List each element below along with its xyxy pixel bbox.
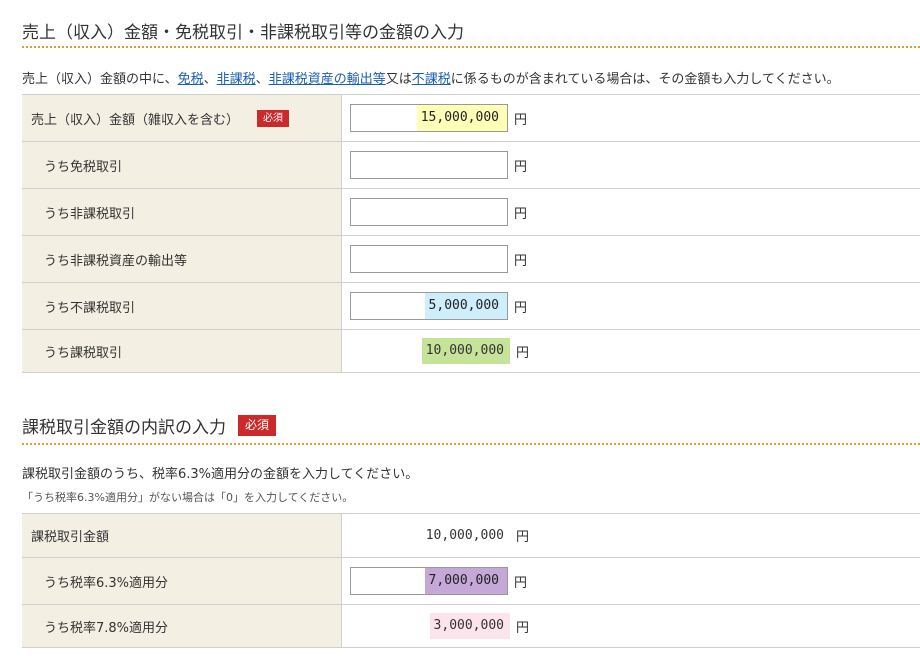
- row-label: うち税率6.3%適用分: [22, 558, 342, 604]
- required-badge: 必須: [257, 109, 290, 127]
- row-label: うち非課税取引: [22, 189, 342, 235]
- row-value: 7,000,000 円: [342, 558, 920, 604]
- yen-unit: 円: [516, 620, 530, 636]
- fukazei-input[interactable]: 5,000,000: [350, 292, 508, 320]
- computed-value: 10,000,000: [421, 338, 510, 364]
- row-label: うち免税取引: [22, 142, 342, 188]
- row-value: 10,000,000 円: [342, 514, 920, 557]
- row-label-text: うち税率6.3%適用分: [44, 575, 169, 591]
- rate-7-8-amount: 3,000,000: [350, 612, 510, 640]
- input-value: 15,000,000: [416, 105, 507, 131]
- table-row-rate-6-3: うち税率6.3%適用分 7,000,000 円: [22, 558, 920, 605]
- input-value: 7,000,000: [424, 568, 507, 594]
- desc-separator: 、: [255, 72, 269, 87]
- section-title-sales-text: 売上（収入）金額・免税取引・非課税取引等の金額の入力: [22, 23, 464, 43]
- note-text: 「うち税率6.3%適用分」がない場合は「0」を入力してください。: [22, 491, 354, 504]
- row-label-text: うち不課税取引: [44, 300, 136, 316]
- table-row-rate-7-8: うち税率7.8%適用分 3,000,000 円: [22, 605, 920, 648]
- row-value: 円: [342, 142, 920, 188]
- table-row-kazei: うち課税取引 10,000,000 円: [22, 330, 920, 373]
- computed-value: 10,000,000: [425, 527, 504, 543]
- link-menzei[interactable]: 免税: [178, 72, 204, 87]
- table-row-hikazei-export: うち非課税資産の輸出等 円: [22, 236, 920, 283]
- row-value: 10,000,000 円: [342, 330, 920, 372]
- kazei-total-amount: 10,000,000: [350, 522, 510, 550]
- table-row-kazei-total: 課税取引金額 10,000,000 円: [22, 514, 920, 558]
- row-label: うち税率7.8%適用分: [22, 605, 342, 647]
- row-value: 円: [342, 236, 920, 282]
- required-badge: 必須: [238, 415, 277, 436]
- section-description: 売上（収入）金額の中に、免税、非課税、非課税資産の輸出等又は不課税に係るものが含…: [22, 68, 840, 87]
- row-label-text: うち免税取引: [44, 159, 123, 175]
- input-value: 5,000,000: [424, 293, 507, 319]
- menzei-input[interactable]: [350, 151, 508, 179]
- section-title-sales: 売上（収入）金額・免税取引・非課税取引等の金額の入力: [22, 18, 464, 43]
- desc-text: 課税取引金額のうち、税率6.3%適用分の金額を入力してください。: [22, 467, 419, 482]
- row-label-text: うち非課税資産の輸出等: [44, 253, 188, 269]
- row-label-text: うち非課税取引: [44, 206, 136, 222]
- section-note: 「うち税率6.3%適用分」がない場合は「0」を入力してください。: [22, 489, 353, 505]
- input-value: [495, 199, 507, 225]
- hikazei-export-input[interactable]: [350, 245, 508, 273]
- row-label: 課税取引金額: [22, 514, 342, 557]
- yen-unit: 円: [514, 159, 528, 175]
- row-label: うち不課税取引: [22, 283, 342, 329]
- yen-unit: 円: [514, 300, 528, 316]
- table-row-sales-total: 売上（収入）金額（雑収入を含む） 必須 15,000,000 円: [22, 95, 920, 142]
- breakdown-table: 課税取引金額 10,000,000 円 うち税率6.3%適用分 7,000,00…: [22, 513, 920, 648]
- row-value: 15,000,000 円: [342, 95, 920, 141]
- row-value: 5,000,000 円: [342, 283, 920, 329]
- section-description: 課税取引金額のうち、税率6.3%適用分の金額を入力してください。: [22, 463, 418, 482]
- yen-unit: 円: [516, 345, 530, 361]
- section-title-breakdown: 課税取引金額の内訳の入力 必須: [22, 413, 277, 438]
- section-title-breakdown-text: 課税取引金額の内訳の入力: [22, 418, 226, 438]
- row-value: 円: [342, 189, 920, 235]
- yen-unit: 円: [514, 575, 528, 591]
- yen-unit: 円: [514, 112, 528, 128]
- yen-unit: 円: [514, 206, 528, 222]
- section-divider: [22, 46, 920, 48]
- input-value: [495, 152, 507, 178]
- yen-unit: 円: [514, 253, 528, 269]
- section-divider: [22, 443, 920, 445]
- row-label-text: うち税率7.8%適用分: [44, 620, 169, 636]
- row-label-text: うち課税取引: [44, 345, 123, 361]
- desc-separator: 、: [203, 72, 217, 87]
- row-label-text: 売上（収入）金額（雑収入を含む）: [31, 112, 240, 128]
- row-label: うち課税取引: [22, 330, 342, 372]
- desc-separator: 又は: [385, 72, 412, 87]
- hikazei-input[interactable]: [350, 198, 508, 226]
- table-row-hikazei: うち非課税取引 円: [22, 189, 920, 236]
- link-hikazei[interactable]: 非課税: [217, 72, 256, 87]
- sales-table: 売上（収入）金額（雑収入を含む） 必須 15,000,000 円 うち免税取引 …: [22, 94, 920, 373]
- desc-text: 売上（収入）金額の中に、: [22, 72, 178, 87]
- rate-6-3-input[interactable]: 7,000,000: [350, 567, 508, 595]
- row-label-text: 課税取引金額: [31, 530, 110, 545]
- table-row-fukazei: うち不課税取引 5,000,000 円: [22, 283, 920, 330]
- yen-unit: 円: [516, 530, 530, 545]
- table-row-menzei: うち免税取引 円: [22, 142, 920, 189]
- row-value: 3,000,000 円: [342, 605, 920, 647]
- row-label: うち非課税資産の輸出等: [22, 236, 342, 282]
- kazei-amount: 10,000,000: [350, 337, 510, 365]
- link-fukazei[interactable]: 不課税: [412, 72, 451, 87]
- link-hikazei-export[interactable]: 非課税資産の輸出等: [269, 72, 386, 87]
- computed-value: 3,000,000: [429, 613, 510, 639]
- input-value: [495, 246, 507, 272]
- desc-text: に係るものが含まれている場合は、その金額も入力してください。: [450, 72, 840, 87]
- row-label: 売上（収入）金額（雑収入を含む） 必須: [22, 95, 342, 141]
- sales-total-input[interactable]: 15,000,000: [350, 104, 508, 132]
